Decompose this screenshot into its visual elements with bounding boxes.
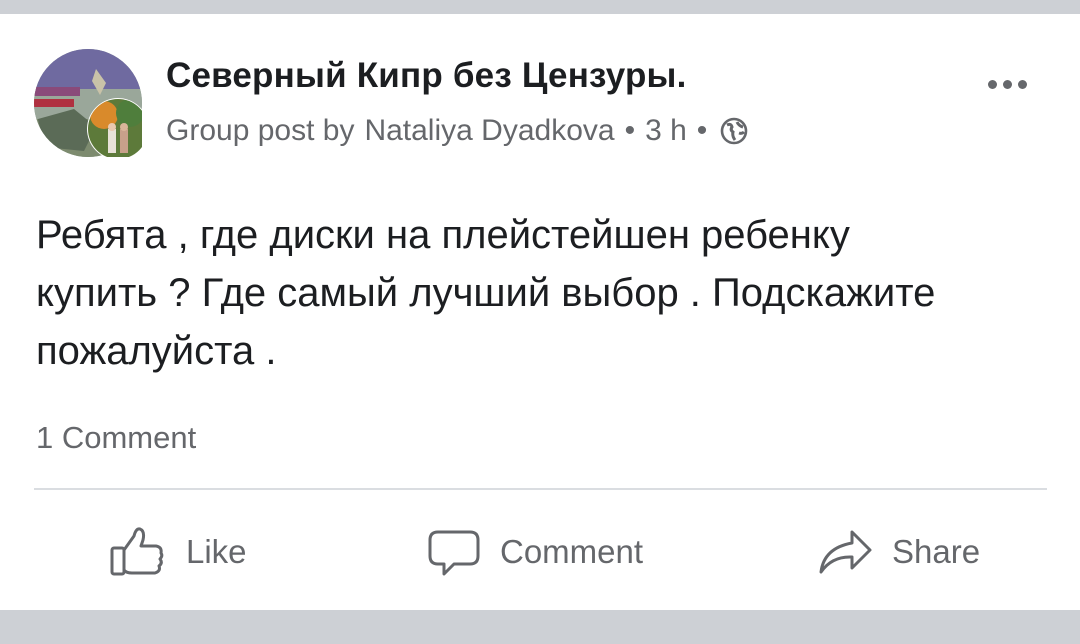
meta-prefix: Group post by (166, 114, 355, 147)
post-text-line: Ребята , где диски на плейстейшен ребенк… (36, 213, 850, 257)
post-time[interactable]: 3 h (645, 114, 687, 148)
group-name[interactable]: Северный Кипр без Цензуры. (166, 56, 687, 96)
like-button[interactable]: Like (108, 514, 247, 590)
action-bar: Like Comment Share (0, 514, 1080, 594)
author-name[interactable]: Nataliya Dyadkova (364, 114, 614, 148)
more-options-button[interactable] (982, 74, 1032, 94)
share-arrow-icon (816, 524, 874, 580)
like-label: Like (186, 533, 247, 570)
post-text: Ребята , где диски на плейстейшен ребенк… (36, 206, 1046, 380)
more-dot (1017, 79, 1027, 89)
group-avatar[interactable] (34, 49, 142, 157)
comment-label: Comment (500, 533, 644, 570)
share-label: Share (892, 533, 981, 570)
share-button[interactable]: Share (816, 514, 980, 590)
more-dot (1002, 79, 1012, 89)
comments-count[interactable]: 1 Comment (36, 420, 196, 456)
post-text-line: пожалуйста . (36, 329, 277, 373)
globe-icon (719, 116, 749, 146)
comment-button[interactable]: Comment (426, 514, 643, 590)
post-meta: Group post by Nataliya Dyadkova • 3 h • (166, 114, 749, 148)
speech-bubble-icon (426, 524, 482, 580)
meta-separator: • (624, 114, 636, 147)
divider (34, 488, 1047, 490)
post-text-line: купить ? Где самый лучший выбор . Подска… (36, 271, 936, 315)
more-dot (987, 79, 997, 89)
thumbs-up-icon (108, 524, 168, 580)
group-avatar-image (34, 49, 142, 157)
meta-separator-2: • (696, 114, 708, 147)
post-card: Северный Кипр без Цензуры. Group post by… (0, 14, 1080, 610)
